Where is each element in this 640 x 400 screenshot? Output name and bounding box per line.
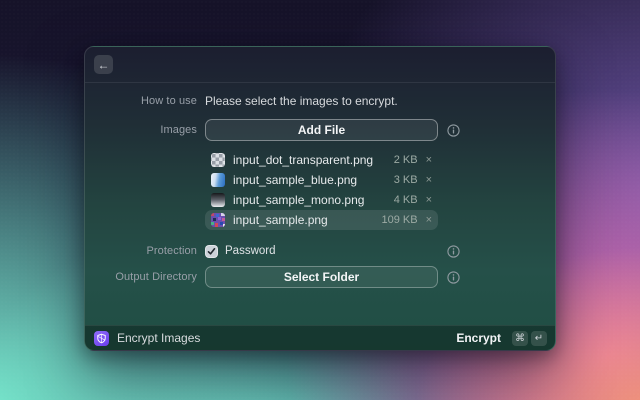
file-thumbnail-transparent [211, 153, 225, 167]
back-arrow-icon: ← [97, 57, 110, 72]
encrypt-images-app-icon [94, 330, 109, 346]
file-row[interactable]: input_sample_blue.png 3 KB × [205, 170, 438, 190]
how-to-use-label: How to use [140, 95, 197, 107]
command-key-icon: ⌘ [512, 330, 528, 346]
file-row[interactable]: input_dot_transparent.png 2 KB × [205, 150, 438, 170]
checkmark-icon [207, 247, 216, 255]
file-size: 3 KB [393, 174, 418, 186]
add-file-button[interactable]: Add File [205, 119, 438, 141]
select-folder-button[interactable]: Select Folder [205, 266, 438, 288]
file-thumbnail-noise [211, 213, 225, 227]
remove-file-icon[interactable]: × [426, 154, 432, 166]
shield-icon [97, 333, 106, 343]
info-icon[interactable] [447, 123, 460, 137]
encrypt-action-button[interactable]: Encrypt [456, 331, 501, 345]
file-list: input_dot_transparent.png 2 KB × input_s… [205, 150, 438, 230]
file-size: 109 KB [381, 214, 418, 226]
file-row[interactable]: input_sample_mono.png 4 KB × [205, 190, 438, 210]
remove-file-icon[interactable]: × [426, 194, 432, 206]
info-icon[interactable] [447, 270, 460, 284]
remove-file-icon[interactable]: × [426, 174, 432, 186]
file-name: input_sample_blue.png [233, 173, 358, 187]
encrypt-images-window: ← How to use Please select the images to… [84, 46, 556, 351]
form-area: How to use Please select the images to e… [85, 83, 555, 325]
file-name: input_dot_transparent.png [233, 153, 374, 167]
protection-row: Protection Password [85, 243, 555, 259]
images-label: Images [160, 124, 197, 136]
window-header: ← [85, 47, 555, 83]
file-size: 2 KB [393, 154, 418, 166]
password-checkbox[interactable] [205, 244, 218, 258]
file-thumbnail-blue [211, 173, 225, 187]
back-button[interactable]: ← [94, 55, 113, 74]
file-size: 4 KB [393, 194, 418, 206]
images-row: Images Add File [85, 119, 555, 141]
password-checkbox-label: Password [225, 245, 276, 257]
action-bar: Encrypt Images Encrypt ⌘ ↵ [85, 325, 555, 350]
how-to-use-text: Please select the images to encrypt. [205, 94, 398, 108]
file-row-selected[interactable]: input_sample.png 109 KB × [205, 210, 438, 230]
protection-label: Protection [146, 245, 197, 257]
how-to-use-row: How to use Please select the images to e… [85, 93, 555, 109]
output-directory-label: Output Directory [115, 271, 197, 283]
command-title: Encrypt Images [117, 331, 201, 345]
return-key-icon: ↵ [531, 330, 547, 346]
output-directory-row: Output Directory Select Folder [85, 266, 555, 288]
info-icon[interactable] [447, 244, 460, 258]
file-thumbnail-mono [211, 193, 225, 207]
file-name: input_sample.png [233, 213, 328, 227]
remove-file-icon[interactable]: × [426, 214, 432, 226]
file-name: input_sample_mono.png [233, 193, 365, 207]
